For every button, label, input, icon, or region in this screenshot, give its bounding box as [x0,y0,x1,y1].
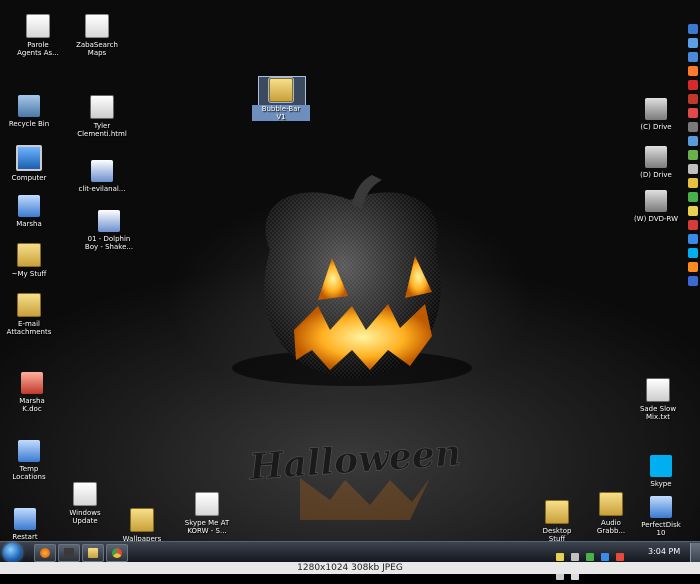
folder-icon [545,500,569,524]
sidebar-gadget-icon[interactable] [688,150,698,160]
desktop-icon-skype-me[interactable]: Skype Me AT KORW - S... [178,492,236,535]
folder-icon [268,77,294,103]
shortcut-icon [195,492,219,516]
sidebar-gadget-icon[interactable] [688,248,698,258]
document-icon [26,14,50,38]
perfectdisk-icon [650,496,672,518]
desktop-icon-tyler-clementi[interactable]: Tyler Clementi.html [73,95,131,138]
recycle-bin-icon [18,95,40,117]
desktop-icon-marsha[interactable]: Marsha [0,195,58,228]
gadget-sidebar [686,24,700,354]
video-file-icon [91,160,113,182]
taskbar-firefox[interactable] [34,544,56,562]
video-file-icon [98,210,120,232]
sidebar-gadget-icon[interactable] [688,164,698,174]
show-desktop-button[interactable] [690,543,700,562]
desktop-icon-wallpapers[interactable]: Wallpapers [113,508,171,543]
taskbar-media-player[interactable] [58,544,80,562]
desktop-icon-skype[interactable]: Skype [632,455,690,488]
drive-icon [645,98,667,120]
system-tray [556,546,636,580]
sidebar-gadget-icon[interactable] [688,94,698,104]
restart-icon [14,508,36,530]
drive-icon [645,146,667,168]
desktop-icon-dvd-rw[interactable]: (W) DVD-RW [627,190,685,223]
svg-text:Halloween: Halloween [247,432,462,489]
sidebar-gadget-icon[interactable] [688,38,698,48]
user-folder-icon [18,195,40,217]
clock[interactable]: 3:04 PM [648,547,680,556]
desktop-icon-bubble-bar[interactable]: Bubble-Bar V1 [252,77,310,121]
desktop-icon-computer[interactable]: Computer [0,145,58,182]
desktop-icon-c-drive[interactable]: (C) Drive [627,98,685,131]
desktop-icon-my-stuff[interactable]: ~My Stuff [0,243,58,278]
desktop-icon-desktop-stuff[interactable]: Desktop Stuff [528,500,586,543]
sidebar-gadget-icon[interactable] [688,206,698,216]
halloween-wallpaper: Halloween [232,175,472,520]
sidebar-gadget-icon[interactable] [688,52,698,62]
desktop-icon-marsha-k-doc[interactable]: Marsha K.doc [3,372,61,413]
chrome-icon [112,548,122,558]
desktop-icon-restart[interactable]: Restart [0,508,54,541]
taskbar: 3:04 PM [0,541,700,580]
computer-icon [16,145,42,171]
sidebar-gadget-icon[interactable] [688,122,698,132]
tray-icon[interactable] [616,553,625,561]
folder-icon [17,243,41,267]
text-file-icon [646,378,670,402]
skype-icon [650,455,672,477]
desktop-icon-perfectdisk[interactable]: PerfectDisk 10 [632,496,690,537]
sidebar-gadget-icon[interactable] [688,80,698,90]
sidebar-gadget-icon[interactable] [688,276,698,286]
tray-icon[interactable] [586,553,595,561]
desktop-icon-recycle-bin[interactable]: Recycle Bin [0,95,58,128]
doc-file-icon [21,372,43,394]
sidebar-gadget-icon[interactable] [688,192,698,202]
desktop-icon-parole-agents[interactable]: Parole Agents As... [9,14,67,57]
desktop-icon-zabasearch-maps[interactable]: ZabaSearch Maps [68,14,126,57]
tray-icon[interactable] [571,553,580,561]
folder-icon [18,440,40,462]
sidebar-gadget-icon[interactable] [688,262,698,272]
desktop-icon-windows-update[interactable]: Windows Update [56,482,114,525]
sidebar-gadget-icon[interactable] [688,66,698,76]
windows-update-icon [73,482,97,506]
desktop[interactable]: Halloween Parole Agents As... ZabaSearch… [0,0,700,562]
desktop-icon-dolphin-boy[interactable]: 01 - Dolphin Boy - Shake... [80,210,138,251]
explorer-icon [88,548,98,558]
sidebar-gadget-icon[interactable] [688,108,698,118]
desktop-icon-d-drive[interactable]: (D) Drive [627,146,685,179]
taskbar-chrome[interactable] [106,544,128,562]
desktop-icon-sade-slow-mix[interactable]: Sade Slow Mix.txt [629,378,687,421]
folder-icon [599,492,623,516]
tray-icon[interactable] [556,553,564,561]
html-file-icon [90,95,114,119]
start-button[interactable] [3,543,22,562]
sidebar-gadget-icon[interactable] [688,24,698,34]
desktop-icon-email-attachments[interactable]: E-mail Attachments [0,293,58,336]
folder-icon [130,508,154,532]
desktop-icon-clit-evilanal[interactable]: clit-evilanal... [73,160,131,193]
sidebar-gadget-icon[interactable] [688,220,698,230]
folder-icon [17,293,41,317]
taskbar-explorer[interactable] [82,544,104,562]
firefox-icon [40,548,50,558]
sidebar-gadget-icon[interactable] [688,178,698,188]
tray-icon[interactable] [601,553,610,561]
shortcut-icon [85,14,109,38]
dvd-drive-icon [645,190,667,212]
sidebar-gadget-icon[interactable] [688,234,698,244]
image-caption: 1280x1024 308kb JPEG [0,562,700,574]
media-player-icon [64,548,74,558]
desktop-icon-temp-locations[interactable]: Temp Locations [0,440,58,481]
sidebar-gadget-icon[interactable] [688,136,698,146]
